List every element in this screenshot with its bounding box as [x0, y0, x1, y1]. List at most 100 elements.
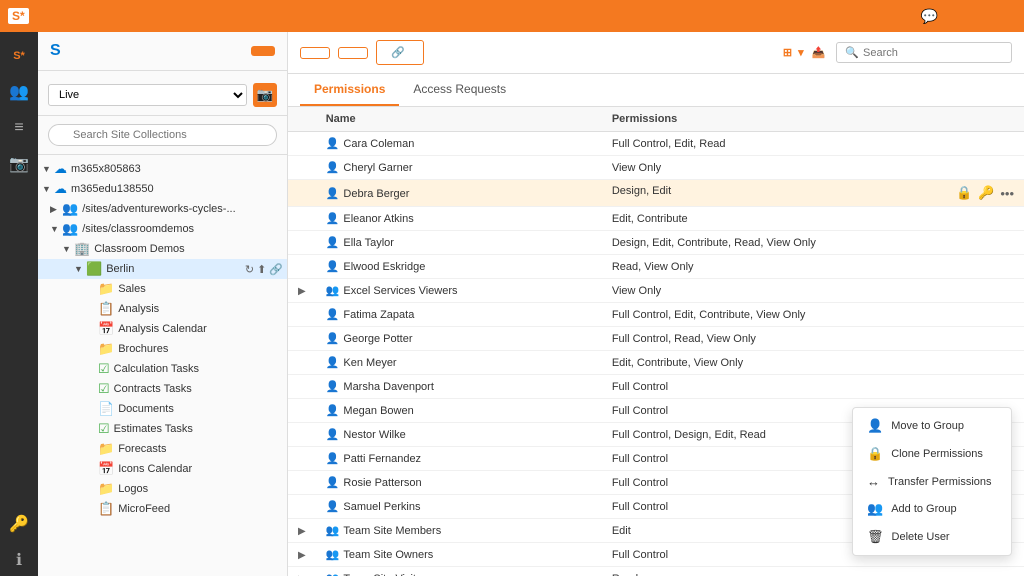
- restore-inheritance-button[interactable]: 🔗: [376, 40, 424, 65]
- expand-cell: [288, 231, 316, 255]
- group-icon: 👥: [326, 549, 340, 561]
- refresh-action[interactable]: ↻: [245, 263, 254, 276]
- link-action[interactable]: 🔗: [269, 263, 283, 276]
- tree-type-icon: 👥: [62, 201, 78, 217]
- name-cell: 👤Marsha Davenport: [316, 375, 602, 399]
- col-expand: [288, 107, 316, 132]
- permissions-cell: Full Control, Read, View Only: [602, 327, 1024, 351]
- grant-permissions-button[interactable]: [338, 47, 368, 59]
- table-row[interactable]: ▶ 👥Team Site Visitors Read: [288, 567, 1024, 576]
- context-menu: 👤Move to Group🔒Clone Permissions↔Transfe…: [852, 407, 1012, 556]
- tab-permissions[interactable]: Permissions: [300, 74, 399, 106]
- context-menu-item-transfer-permissions[interactable]: ↔Transfer Permissions: [853, 468, 1011, 495]
- tree-type-icon: 🏢: [74, 241, 90, 257]
- tree-item-documents[interactable]: 📄Documents: [38, 399, 287, 419]
- table-row[interactable]: 👤Ken Meyer Edit, Contribute, View Only: [288, 351, 1024, 375]
- tree-item-icons-calendar[interactable]: 📅Icons Calendar: [38, 459, 287, 479]
- tree-type-icon: 📁: [98, 441, 114, 457]
- context-menu-item-delete-user[interactable]: 🗑Delete User: [853, 523, 1011, 551]
- snapshot-select[interactable]: Live: [48, 84, 247, 106]
- rail-key-icon[interactable]: 🔑: [3, 508, 35, 540]
- connect-button[interactable]: [251, 46, 275, 56]
- tree-item-label: Analysis Calendar: [118, 323, 207, 335]
- table-row[interactable]: 👤Ella Taylor Design, Edit, Contribute, R…: [288, 231, 1024, 255]
- tree-item-label: Berlin: [106, 263, 134, 275]
- tree-item-adventureworks[interactable]: ▶👥/sites/adventureworks-cycles-...: [38, 199, 287, 219]
- export-button[interactable]: 📤: [812, 46, 829, 59]
- lock2-icon[interactable]: 🔑: [978, 185, 994, 201]
- context-menu-item-add-to-group[interactable]: 👥Add to Group: [853, 495, 1011, 523]
- user-icon: 👤: [326, 333, 340, 345]
- tree-type-icon: ☁: [54, 161, 67, 177]
- tree-item-calculation-tasks[interactable]: ☑Calculation Tasks: [38, 359, 287, 379]
- tree-item-logos[interactable]: 📁Logos: [38, 479, 287, 499]
- rail-list-icon[interactable]: ≡: [3, 112, 35, 144]
- table-wrapper: Name Permissions 👤Cara Coleman Full Cont…: [288, 107, 1024, 576]
- tree-type-icon: ☑: [98, 361, 110, 377]
- search-wrapper: [48, 124, 277, 146]
- context-menu-item-move-to-group[interactable]: 👤Move to Group: [853, 412, 1011, 440]
- table-row[interactable]: 👤Cheryl Garner View Only: [288, 156, 1024, 180]
- app-title: S*: [8, 8, 35, 24]
- tree-item-analysis-calendar[interactable]: 📅Analysis Calendar: [38, 319, 287, 339]
- table-row[interactable]: 👤Marsha Davenport Full Control: [288, 375, 1024, 399]
- tree-item-label: Icons Calendar: [118, 463, 192, 475]
- expand-arrow[interactable]: ▶: [298, 550, 306, 561]
- tree-item-berlin[interactable]: ▼🟩 Berlin ↻ ⬆ 🔗: [38, 259, 287, 279]
- sharepoint-logo: S: [50, 42, 65, 60]
- expand-cell: ▶: [288, 279, 316, 303]
- create-group-button[interactable]: [300, 47, 330, 59]
- tree-item-analysis[interactable]: 📋Analysis: [38, 299, 287, 319]
- expand-arrow[interactable]: ▶: [298, 286, 306, 297]
- expand-cell: [288, 156, 316, 180]
- table-row[interactable]: 👤Eleanor Atkins Edit, Contribute: [288, 207, 1024, 231]
- name-label: Team Site Members: [343, 525, 441, 537]
- more-icon[interactable]: •••: [1000, 186, 1014, 201]
- tree-item-contracts-tasks[interactable]: ☑Contracts Tasks: [38, 379, 287, 399]
- tab-access-requests[interactable]: Access Requests: [399, 74, 520, 106]
- chat-button[interactable]: 💬: [915, 6, 944, 27]
- expand-cell: [288, 423, 316, 447]
- table-row[interactable]: 👤Elwood Eskridge Read, View Only: [288, 255, 1024, 279]
- tree-item-forecasts[interactable]: 📁Forecasts: [38, 439, 287, 459]
- cm-label-add-to-group: Add to Group: [891, 503, 956, 515]
- name-cell: 👤Cheryl Garner: [316, 156, 602, 180]
- table-row[interactable]: 👤George Potter Full Control, Read, View …: [288, 327, 1024, 351]
- main-search-input[interactable]: [863, 47, 1003, 59]
- site-collections-search[interactable]: [48, 124, 277, 146]
- context-menu-item-clone-permissions[interactable]: 🔒Clone Permissions: [853, 440, 1011, 468]
- lock-icon[interactable]: 🔒: [956, 185, 972, 201]
- compare-button[interactable]: ⊞ ▾: [783, 46, 804, 59]
- cm-label-move-to-group: Move to Group: [891, 420, 964, 432]
- table-row[interactable]: 👤Fatima Zapata Full Control, Edit, Contr…: [288, 303, 1024, 327]
- main-content: 🔗 ⊞ ▾ 📤 🔍 Permissi: [288, 32, 1024, 576]
- tree-item-classroomdemos[interactable]: ▼👥/sites/classroomdemos: [38, 219, 287, 239]
- tree-item-classroom-demos[interactable]: ▼🏢Classroom Demos: [38, 239, 287, 259]
- snapshot-camera-button[interactable]: 📷: [253, 83, 277, 107]
- tree-item-m365x805863[interactable]: ▼☁m365x805863: [38, 159, 287, 179]
- tree-type-icon: 🟩: [86, 261, 102, 277]
- site-actions: ↻ ⬆ 🔗: [245, 263, 283, 276]
- rail-users-icon[interactable]: 👥: [3, 76, 35, 108]
- maximize-button[interactable]: [980, 14, 992, 18]
- tree-item-m365edu138550[interactable]: ▼☁m365edu138550: [38, 179, 287, 199]
- tree-type-icon: 📋: [98, 501, 114, 517]
- col-permissions-header: Permissions: [602, 107, 1024, 132]
- expand-icon: ▼: [74, 264, 86, 274]
- tree-item-brochures[interactable]: 📁Brochures: [38, 339, 287, 359]
- table-row[interactable]: ▶ 👥Excel Services Viewers View Only: [288, 279, 1024, 303]
- upload-action[interactable]: ⬆: [257, 263, 266, 276]
- close-button[interactable]: [1004, 14, 1016, 18]
- tree-item-microfeed[interactable]: 📋MicroFeed: [38, 499, 287, 519]
- tree-item-estimates-tasks[interactable]: ☑Estimates Tasks: [38, 419, 287, 439]
- minimize-button[interactable]: [956, 14, 968, 18]
- table-row[interactable]: 👤Debra Berger Design, Edit 🔒 🔑 •••: [288, 180, 1024, 207]
- rail-info-icon[interactable]: ℹ: [3, 544, 35, 576]
- permissions-cell: Full Control, Edit, Contribute, View Onl…: [602, 303, 1024, 327]
- tree-item-sales[interactable]: 📁Sales: [38, 279, 287, 299]
- rail-camera-icon[interactable]: 📷: [3, 148, 35, 180]
- toolbar-right: ⊞ ▾ 📤 🔍: [783, 42, 1012, 63]
- name-label: Nestor Wilke: [343, 429, 405, 441]
- table-row[interactable]: 👤Cara Coleman Full Control, Edit, Read: [288, 132, 1024, 156]
- expand-arrow[interactable]: ▶: [298, 526, 306, 537]
